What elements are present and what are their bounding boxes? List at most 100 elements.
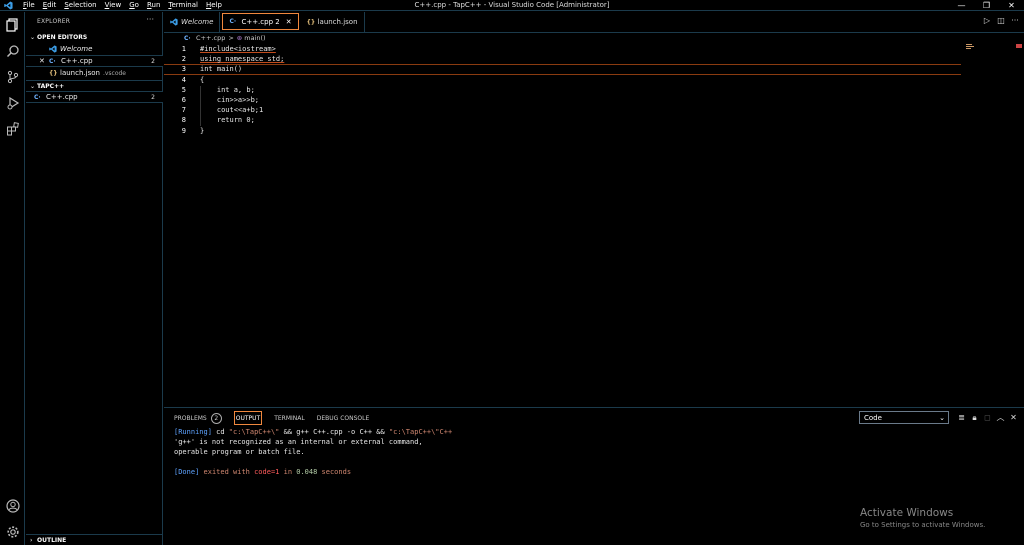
split-editor-icon[interactable]: ◫	[994, 16, 1008, 25]
line-number: 4	[181, 75, 186, 84]
tab-label: launch.json	[317, 18, 358, 26]
code-text: }	[200, 126, 205, 135]
output-line: operable program or batch file.	[174, 448, 305, 456]
workspace-title: TAPC++	[37, 82, 65, 90]
json-icon: {}	[49, 69, 58, 77]
output-line: [Running] cd "c:\TapC++\" && g++ C++.cpp…	[174, 428, 452, 438]
account-icon[interactable]	[5, 498, 20, 513]
code-text: using namespace std;	[200, 55, 285, 64]
tab-label: C++.cpp 2	[241, 17, 280, 26]
close-icon[interactable]: ✕	[286, 18, 292, 26]
output-tag: [Running]	[174, 428, 212, 436]
chevron-down-icon: ⌄	[30, 82, 36, 90]
menu-edit[interactable]: Edit	[43, 1, 57, 9]
code-line: 2 using namespace std;	[164, 54, 964, 64]
menu-go[interactable]: Go	[129, 1, 139, 9]
close-icon[interactable]: ✕	[39, 57, 49, 65]
tab-problems[interactable]: PROBLEMS 2	[174, 411, 222, 425]
file-label: C++.cpp	[46, 93, 78, 101]
minimize-button[interactable]: —	[949, 0, 974, 11]
menu-file[interactable]: File	[23, 1, 35, 9]
run-icon[interactable]: ▷	[980, 16, 994, 25]
settings-gear-icon[interactable]	[5, 524, 20, 539]
open-editor-label: Welcome	[60, 45, 93, 53]
open-editor-cpp[interactable]: ✕ C· C++.cpp 2	[26, 55, 163, 67]
line-number: 7	[181, 106, 186, 115]
vscode-icon	[49, 45, 57, 53]
minimap[interactable]	[966, 44, 976, 54]
editor-actions: ▷ ◫ ···	[980, 16, 1022, 25]
code-line: 9 }	[164, 126, 964, 136]
workspace-section[interactable]: ⌄ TAPC++	[26, 80, 163, 91]
output-line: 'g++' is not recognized as an internal o…	[174, 438, 423, 446]
open-log-icon[interactable]: ◻	[981, 413, 994, 422]
output-channel-select[interactable]: Code ⌄	[859, 411, 949, 424]
code-text: #include<iostream>	[200, 45, 276, 54]
close-panel-icon[interactable]: ✕	[1007, 413, 1020, 422]
tab-output[interactable]: OUTPUT	[233, 411, 263, 425]
breadcrumb-file[interactable]: C++.cpp	[196, 34, 225, 42]
menu-help[interactable]: Help	[206, 1, 222, 9]
tab-terminal[interactable]: TERMINAL	[274, 411, 305, 425]
activity-bar	[0, 12, 25, 545]
tab-welcome[interactable]: Welcome	[164, 12, 221, 32]
code-text: return 0;	[200, 116, 255, 125]
close-window-button[interactable]: ✕	[999, 0, 1024, 11]
explorer-header: EXPLORER	[37, 18, 71, 25]
menu-terminal[interactable]: Terminal	[168, 1, 198, 9]
outline-section[interactable]: › OUTLINE	[26, 534, 163, 545]
panel-toolbar: Code ⌄ ≣ 🔒︎ ◻ ︿ ✕	[859, 411, 1020, 424]
open-editors-title: OPEN EDITORS	[37, 34, 88, 41]
menu-run[interactable]: Run	[147, 1, 160, 9]
more-actions-icon[interactable]: ···	[1008, 16, 1022, 25]
cpp-icon: C·	[34, 93, 41, 101]
open-editors-section[interactable]: ⌄ OPEN EDITORS	[26, 32, 163, 43]
tab-launch-json[interactable]: {} launch.json	[301, 12, 365, 32]
open-editor-welcome[interactable]: Welcome	[26, 43, 163, 55]
maximize-panel-icon[interactable]: ︿	[994, 412, 1007, 423]
output-text: exited with	[199, 468, 255, 476]
tab-label: DEBUG CONSOLE	[316, 414, 370, 422]
lock-scroll-icon[interactable]: 🔒︎	[968, 413, 981, 423]
line-number: 6	[181, 96, 186, 105]
clear-output-icon[interactable]: ≣	[955, 413, 968, 422]
problem-count-badge: 2	[151, 57, 155, 65]
code-text: int a, b;	[200, 85, 255, 94]
vscode-logo-icon	[4, 1, 13, 10]
output-line-blank	[174, 458, 452, 468]
code-editor[interactable]: 1 #include<iostream> 2 using namespace s…	[164, 44, 964, 136]
search-icon[interactable]	[5, 43, 20, 58]
watermark-title: Activate Windows	[860, 507, 954, 519]
window-controls: — ❐ ✕	[949, 0, 1024, 11]
breadcrumb-symbol[interactable]: main()	[244, 34, 265, 42]
restore-button[interactable]: ❐	[974, 0, 999, 11]
output-exit-code: code=1	[254, 468, 280, 476]
code-line: 1 #include<iostream>	[164, 44, 964, 54]
output-log[interactable]: [Running] cd "c:\TapC++\" && g++ C++.cpp…	[174, 428, 452, 478]
line-number: 1	[181, 45, 186, 54]
menu-selection[interactable]: Selection	[64, 1, 96, 9]
tab-debug-console[interactable]: DEBUG CONSOLE	[317, 411, 370, 425]
extensions-icon[interactable]	[5, 121, 20, 136]
code-text: {	[200, 75, 205, 84]
explorer-icon[interactable]	[5, 17, 20, 32]
tab-cpp[interactable]: C· C++.cpp 2 ✕	[222, 13, 299, 30]
file-cpp[interactable]: C· C++.cpp 2	[26, 91, 163, 103]
cpp-icon: C·	[49, 57, 56, 65]
code-text: cin>>a>>b;	[200, 96, 260, 105]
editor-tabs: Welcome C· C++.cpp 2 ✕ {} launch.json	[164, 12, 1024, 33]
json-icon: {}	[306, 18, 316, 26]
more-actions-icon[interactable]: ···	[146, 15, 154, 24]
output-string: "c:\TapC++\"C++	[388, 428, 453, 436]
run-debug-icon[interactable]	[5, 95, 20, 110]
source-control-icon[interactable]	[5, 69, 20, 84]
code-line: 7 cout<<a+b;1	[164, 105, 964, 115]
problems-count-badge: 2	[210, 412, 222, 424]
tab-label: OUTPUT	[235, 414, 261, 422]
open-editor-launch-json[interactable]: {} launch.json .vscode	[26, 67, 163, 79]
menu-view[interactable]: View	[105, 1, 122, 9]
breadcrumb-separator: >	[228, 34, 234, 42]
code-text: cout<<a+b;1	[200, 106, 264, 115]
code-text: int main()	[200, 65, 243, 74]
code-line: 4 {	[164, 75, 964, 85]
